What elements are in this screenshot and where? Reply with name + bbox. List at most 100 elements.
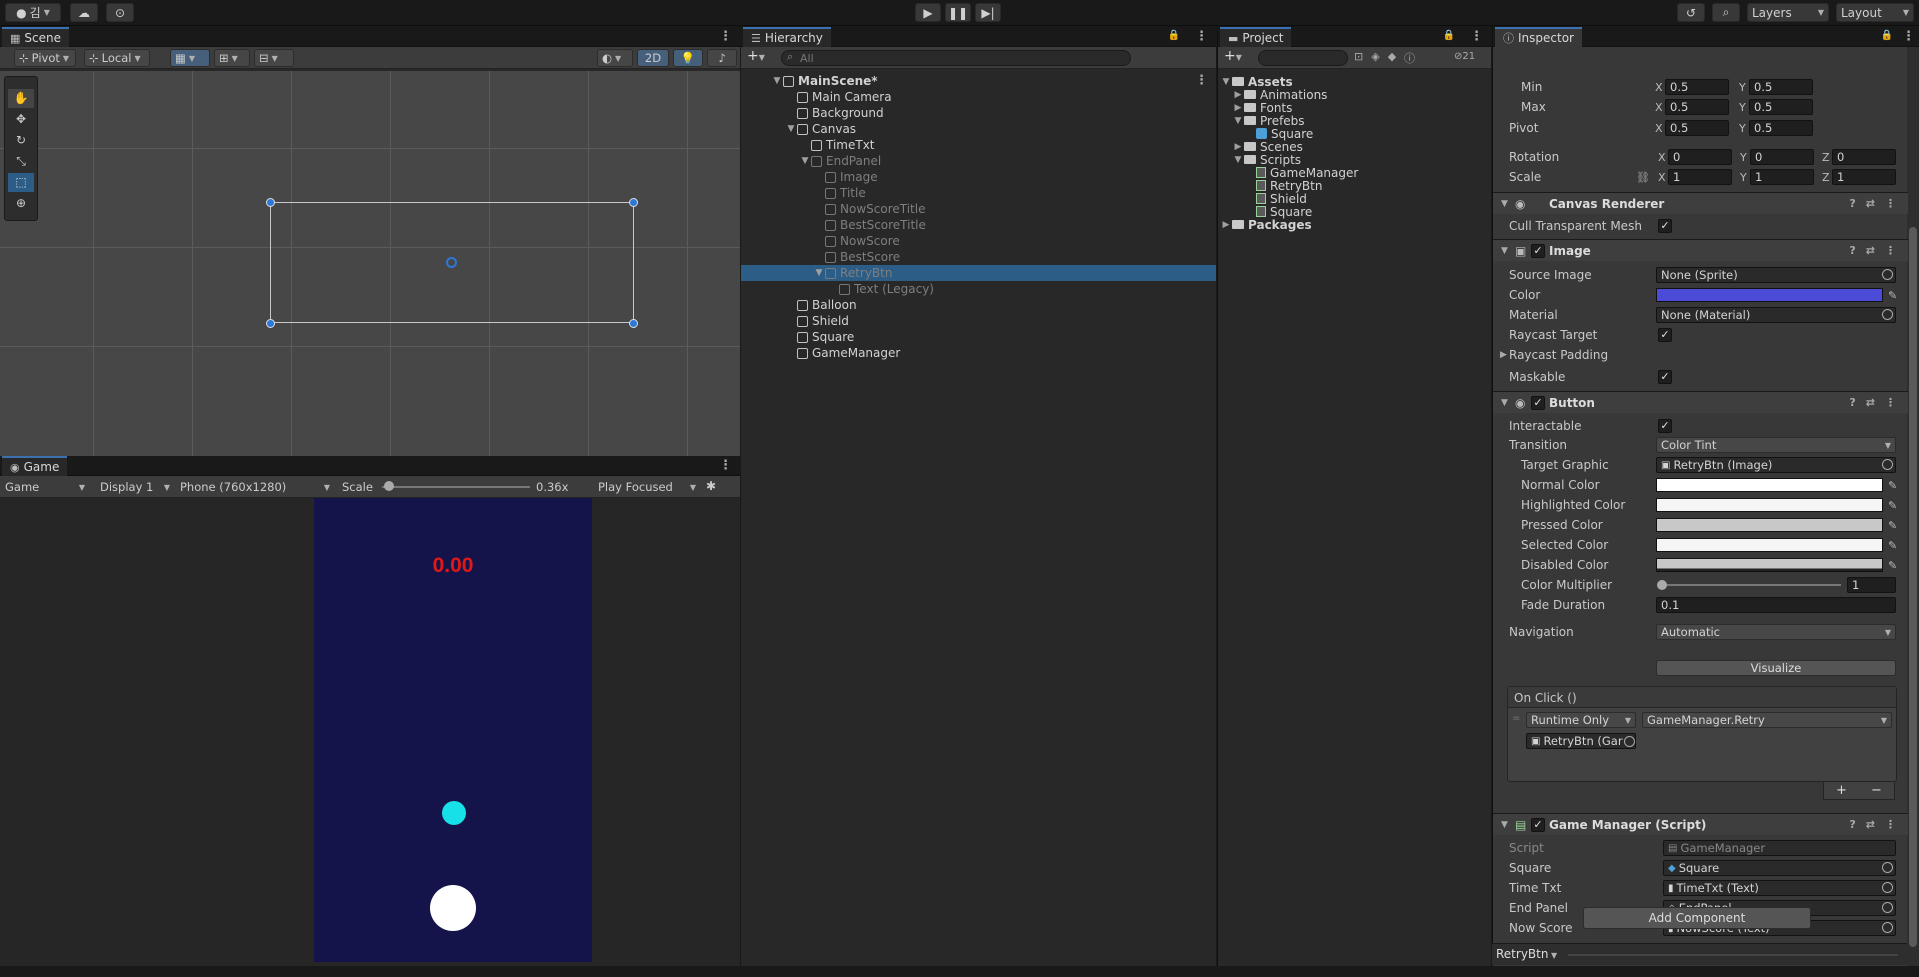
project-item[interactable]: ▼ Assets — [1218, 75, 1491, 89]
foldout-arrow-icon[interactable]: ▼ — [1232, 116, 1244, 126]
button-component-header[interactable]: ▼ ◉ ✓ Button ? ⇄ ⋮ — [1493, 391, 1908, 413]
image-component-header[interactable]: ▼ ▣ ✓ Image ? ⇄ ⋮ — [1493, 239, 1908, 261]
pivot-dropdown[interactable]: ⊹ Pivot ▼ — [14, 49, 76, 67]
normal-color-swatch[interactable] — [1656, 478, 1883, 492]
project-search-input[interactable] — [1258, 50, 1348, 66]
display-dropdown[interactable]: Display 1 ▼ — [96, 478, 174, 496]
filter-type-icon[interactable]: ⊡ — [1354, 50, 1363, 66]
multiplier-value[interactable]: 1 — [1847, 577, 1896, 593]
hierarchy-item[interactable]: Square — [741, 329, 1216, 345]
game-view-dropdown[interactable]: Game ▼ — [1, 478, 89, 496]
help-icon[interactable]: ? — [1849, 818, 1855, 831]
rotation-y[interactable]: 0 — [1750, 149, 1814, 165]
hierarchy-item[interactable]: Image — [741, 169, 1216, 185]
filter-label-icon[interactable]: ◈ — [1371, 50, 1379, 66]
info-icon[interactable]: ⓘ — [1404, 50, 1415, 66]
game-manager-enabled-checkbox[interactable]: ✓ — [1531, 818, 1545, 832]
foldout-arrow-icon[interactable]: ▼ — [1220, 77, 1232, 87]
hierarchy-item[interactable]: BestScoreTitle — [741, 217, 1216, 233]
source-image-field[interactable]: None (Sprite) — [1656, 267, 1896, 283]
navigation-dropdown[interactable]: Automatic ▼ — [1656, 624, 1896, 640]
hierarchy-item[interactable]: BestScore — [741, 249, 1216, 265]
tab-scene[interactable]: ▦ Scene — [2, 27, 69, 47]
tab-game[interactable]: ◉ Game — [2, 456, 68, 476]
hierarchy-item[interactable]: Main Camera — [741, 89, 1216, 105]
maskable-checkbox[interactable]: ✓ — [1658, 370, 1672, 384]
hierarchy-item[interactable]: Shield — [741, 313, 1216, 329]
search-button[interactable]: ⌕ — [1712, 3, 1740, 22]
interactable-checkbox[interactable]: ✓ — [1658, 419, 1672, 433]
help-icon[interactable]: ? — [1849, 244, 1855, 257]
foldout-arrow-icon[interactable]: ▼ — [813, 268, 825, 278]
fade-duration-field[interactable]: 0.1 — [1656, 597, 1896, 613]
inspector-scrollbar[interactable] — [1907, 47, 1919, 966]
step-button[interactable]: ▶| — [975, 3, 1001, 22]
function-dropdown[interactable]: GameManager.Retry ▼ — [1642, 712, 1892, 728]
scale-x[interactable]: 1 — [1668, 169, 1732, 185]
hierarchy-item[interactable]: Balloon — [741, 297, 1216, 313]
foldout-arrow-icon[interactable]: ▼ — [1232, 155, 1244, 165]
raycast-padding-row[interactable]: ▶ Raycast Padding — [1493, 346, 1908, 364]
object-picker-icon[interactable] — [1882, 862, 1893, 873]
project-item[interactable]: Shield — [1218, 192, 1491, 206]
preset-icon[interactable]: ⇄ — [1866, 818, 1875, 831]
target-graphic-field[interactable]: ▣ RetryBtn (Image) — [1656, 457, 1896, 473]
scale-z[interactable]: 1 — [1832, 169, 1896, 185]
create-asset-button[interactable]: +▼ — [1224, 48, 1242, 64]
hierarchy-item[interactable]: Title — [741, 185, 1216, 201]
game-manager-header[interactable]: ▼ ▤ ✓ Game Manager (Script) ? ⇄ ⋮ — [1493, 813, 1908, 835]
object-picker-icon[interactable] — [1624, 736, 1635, 747]
layers-dropdown[interactable]: Layers ▼ — [1747, 3, 1829, 22]
add-event-button[interactable]: + — [1836, 783, 1847, 798]
foldout-arrow-icon[interactable]: ▶ — [1232, 103, 1244, 113]
hierarchy-item[interactable]: Text (Legacy) — [741, 281, 1216, 297]
resolution-dropdown[interactable]: Phone (760x1280) ▼ — [176, 478, 334, 496]
pivot-x[interactable]: 0.5 — [1665, 120, 1729, 136]
disabled-color-swatch[interactable] — [1656, 558, 1883, 572]
project-item[interactable]: GameManager — [1218, 166, 1491, 180]
project-item[interactable]: ▼ Scripts — [1218, 153, 1491, 167]
anchor-min-y[interactable]: 0.5 — [1749, 79, 1813, 95]
tab-inspector[interactable]: ⓘ Inspector — [1495, 27, 1582, 47]
scene-menu-icon[interactable]: ⋮ — [719, 29, 732, 44]
move-tool[interactable]: ✥ — [8, 110, 34, 129]
raycast-target-checkbox[interactable]: ✓ — [1658, 328, 1672, 342]
audio-toggle[interactable]: ♪ — [707, 49, 737, 67]
cull-checkbox[interactable]: ✓ — [1658, 219, 1672, 233]
square-field[interactable]: ◆ Square — [1663, 860, 1896, 876]
scale-slider-thumb[interactable] — [384, 481, 395, 491]
play-button[interactable]: ▶ — [915, 3, 941, 22]
pivot-handle[interactable] — [446, 257, 457, 268]
object-picker-icon[interactable] — [1882, 882, 1893, 893]
rect-handle-top-left[interactable] — [266, 198, 275, 207]
project-item[interactable]: ▶ Fonts — [1218, 101, 1491, 115]
foldout-arrow-icon[interactable]: ▼ — [785, 124, 797, 134]
canvas-renderer-header[interactable]: ▼ ◉ Canvas Renderer ? ⇄ ⋮ — [1493, 192, 1908, 214]
project-item[interactable]: ▶ Packages — [1218, 218, 1491, 232]
rect-handle-bottom-left[interactable] — [266, 319, 275, 328]
preset-icon[interactable]: ⇄ — [1866, 396, 1875, 409]
hierarchy-item[interactable]: NowScoreTitle — [741, 201, 1216, 217]
rotation-x[interactable]: 0 — [1668, 149, 1732, 165]
hierarchy-item[interactable]: NowScore — [741, 233, 1216, 249]
hierarchy-item[interactable]: ▼ EndPanel — [741, 153, 1216, 169]
project-item[interactable]: ▼ Prefebs — [1218, 114, 1491, 128]
anchor-max-y[interactable]: 0.5 — [1749, 99, 1813, 115]
hierarchy-item[interactable]: GameManager — [741, 345, 1216, 361]
add-object-button[interactable]: +▼ — [747, 48, 765, 64]
foldout-arrow-icon[interactable]: ▼ — [771, 76, 783, 86]
inspector-menu-icon[interactable]: ⋮ — [1902, 29, 1915, 44]
inspector-lock-icon[interactable]: 🔒 — [1881, 30, 1893, 41]
foldout-arrow-icon[interactable]: ▶ — [1232, 142, 1244, 152]
pause-button[interactable]: ❚❚ — [945, 3, 971, 22]
foldout-arrow-icon[interactable]: ▶ — [1232, 90, 1244, 100]
multiplier-slider-track[interactable] — [1661, 584, 1841, 586]
event-target-field[interactable]: ▣ RetryBtn (Gar — [1526, 733, 1636, 749]
project-menu-icon[interactable]: ⋮ — [1470, 29, 1483, 44]
project-item[interactable]: Square — [1218, 127, 1491, 141]
footer-resize-handle[interactable] — [1568, 954, 1898, 956]
project-item[interactable]: ▶ Scenes — [1218, 140, 1491, 154]
local-dropdown[interactable]: ⊹ Local ▼ — [84, 49, 150, 67]
grid-snap-button[interactable]: ▦ ▼ — [170, 49, 210, 67]
pivot-y[interactable]: 0.5 — [1749, 120, 1813, 136]
